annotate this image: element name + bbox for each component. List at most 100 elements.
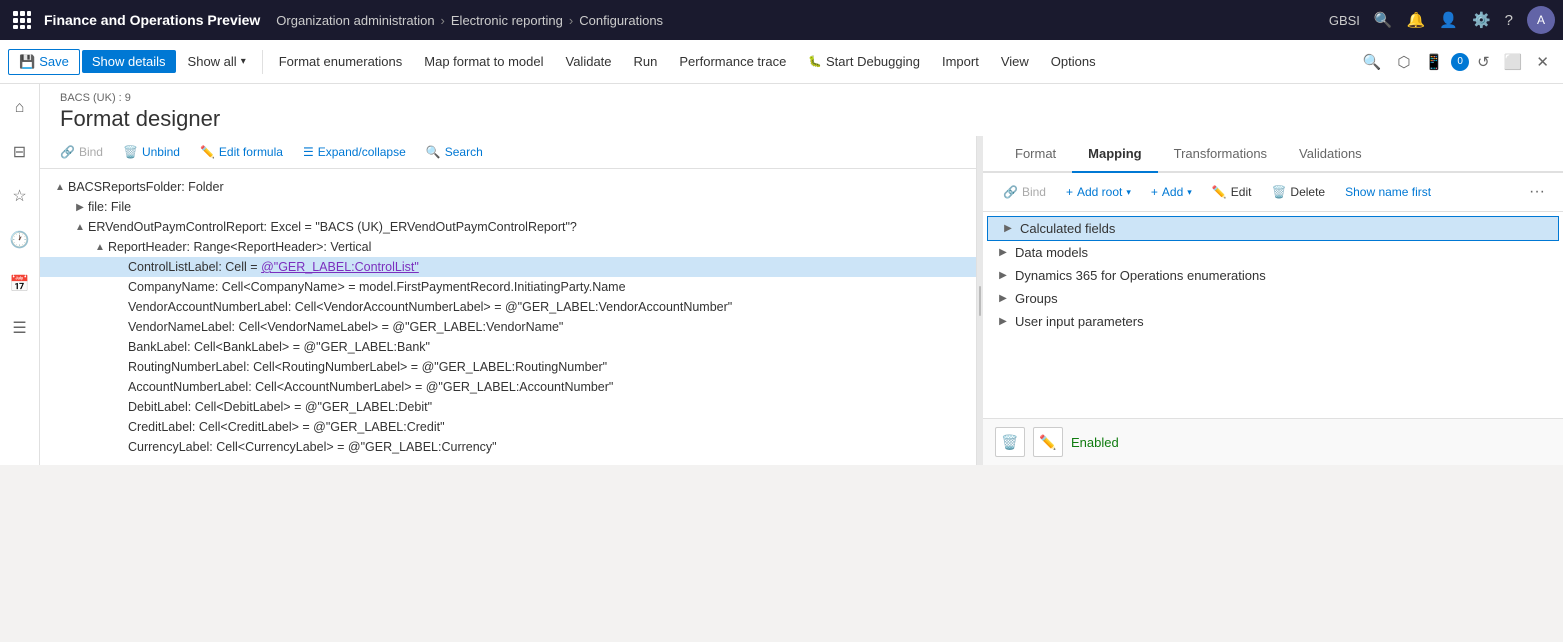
tree-item[interactable]: RoutingNumberLabel: Cell<RoutingNumberLa… [40, 357, 976, 377]
mapping-toggle[interactable]: ▶ [995, 247, 1011, 258]
delete-mapping-button[interactable]: 🗑️ Delete [1263, 182, 1333, 202]
sidebar-star-icon[interactable]: ☆ [4, 180, 36, 212]
search-button[interactable]: 🔍 Search [418, 142, 491, 162]
mapping-bind-button[interactable]: 🔗 Bind [995, 182, 1054, 202]
tree-item[interactable]: ControlListLabel: Cell = @"GER_LABEL:Con… [40, 257, 976, 277]
mapping-bind-icon: 🔗 [1003, 185, 1018, 199]
mapping-toggle[interactable]: ▶ [995, 293, 1011, 304]
search-icon-panel: 🔍 [426, 145, 441, 159]
breadcrumb-config[interactable]: Configurations [579, 13, 663, 28]
notification-icon[interactable]: 🔔 [1407, 11, 1426, 29]
footer-edit-button[interactable]: ✏️ [1033, 427, 1063, 457]
toolbar-icon-1[interactable]: ⬡ [1391, 53, 1416, 71]
tree-toggle[interactable]: ▶ [72, 202, 88, 213]
format-enumerations-button[interactable]: Format enumerations [269, 50, 413, 73]
tree-item[interactable]: BankLabel: Cell<BankLabel> = @"GER_LABEL… [40, 337, 976, 357]
tree-item[interactable]: VendorAccountNumberLabel: Cell<VendorAcc… [40, 297, 976, 317]
person-icon[interactable]: 👤 [1439, 11, 1458, 29]
tree-toggle[interactable]: ▲ [52, 182, 68, 193]
page-title: Format designer [60, 106, 1543, 132]
run-button[interactable]: Run [624, 50, 668, 73]
notification-badge[interactable]: 0 [1451, 53, 1469, 71]
expand-collapse-button[interactable]: ☰ Expand/collapse [295, 142, 414, 162]
tab-format[interactable]: Format [999, 136, 1072, 173]
mapping-item[interactable]: ▶Groups [983, 287, 1563, 310]
tree-item[interactable]: AccountNumberLabel: Cell<AccountNumberLa… [40, 377, 976, 397]
mapping-item[interactable]: ▶ Calculated fields [987, 216, 1559, 241]
start-debugging-button[interactable]: 🐛 Start Debugging [798, 50, 930, 73]
tree-item-text: ReportHeader: Range<ReportHeader>: Verti… [108, 240, 964, 254]
tree-item[interactable]: ▶file: File [40, 197, 976, 217]
import-button[interactable]: Import [932, 50, 989, 73]
page-subtitle: BACS (UK) : 9 [60, 92, 1543, 104]
close-icon[interactable]: ✕ [1530, 53, 1555, 71]
tab-mapping[interactable]: Mapping [1072, 136, 1157, 173]
bind-button[interactable]: 🔗 Bind [52, 142, 111, 162]
sidebar-filter-icon[interactable]: ⊟ [4, 136, 36, 168]
app-grid-icon[interactable] [8, 6, 36, 34]
mapping-item[interactable]: ▶User input parameters [983, 310, 1563, 333]
mapping-toggle[interactable]: ▶ [1000, 223, 1016, 234]
help-icon[interactable]: ? [1505, 12, 1513, 29]
sidebar-list-icon[interactable]: ☰ [4, 312, 36, 344]
mapping-item-label: Dynamics 365 for Operations enumerations [1015, 268, 1551, 283]
tree-item[interactable]: ▲ReportHeader: Range<ReportHeader>: Vert… [40, 237, 976, 257]
region-text: GBSI [1329, 13, 1360, 28]
tree-item-text: file: File [88, 200, 964, 214]
sidebar-clock-icon[interactable]: 🕐 [4, 224, 36, 256]
mapping-toggle[interactable]: ▶ [995, 270, 1011, 281]
tree-item-text: CurrencyLabel: Cell<CurrencyLabel> = @"G… [128, 440, 964, 454]
tree-item-text: VendorAccountNumberLabel: Cell<VendorAcc… [128, 300, 964, 314]
tree-item[interactable]: CreditLabel: Cell<CreditLabel> = @"GER_L… [40, 417, 976, 437]
tree-item-text: ERVendOutPaymControlReport: Excel = "BAC… [88, 220, 964, 234]
show-details-button[interactable]: Show details [82, 50, 176, 73]
performance-trace-button[interactable]: Performance trace [669, 50, 796, 73]
validate-button[interactable]: Validate [556, 50, 622, 73]
breadcrumb-er[interactable]: Electronic reporting [451, 13, 563, 28]
show-name-first-button[interactable]: Show name first [1337, 182, 1439, 202]
tree-toggle[interactable]: ▲ [92, 242, 108, 253]
mapping-toggle[interactable]: ▶ [995, 316, 1011, 327]
right-tabs: Format Mapping Transformations Validatio… [983, 136, 1563, 173]
search-icon[interactable]: 🔍 [1374, 11, 1393, 29]
toolbar-icon-3[interactable]: ↺ [1471, 53, 1496, 71]
footer-delete-button[interactable]: 🗑️ [995, 427, 1025, 457]
edit-mapping-button[interactable]: ✏️ Edit [1204, 182, 1260, 202]
tree-item-text: BACSReportsFolder: Folder [68, 180, 964, 194]
tree-item[interactable]: CompanyName: Cell<CompanyName> = model.F… [40, 277, 976, 297]
settings-icon[interactable]: ⚙️ [1472, 11, 1491, 29]
tab-validations[interactable]: Validations [1283, 136, 1378, 173]
tree-item[interactable]: DebitLabel: Cell<DebitLabel> = @"GER_LAB… [40, 397, 976, 417]
toolbar-search-icon[interactable]: 🔍 [1355, 53, 1390, 71]
edit-formula-button[interactable]: ✏️ Edit formula [192, 142, 291, 162]
tab-transformations[interactable]: Transformations [1158, 136, 1283, 173]
format-tree: ▲BACSReportsFolder: Folder▶file: File▲ER… [40, 169, 976, 465]
tree-item[interactable]: ▲BACSReportsFolder: Folder [40, 177, 976, 197]
view-button[interactable]: View [991, 50, 1039, 73]
tree-toggle[interactable]: ▲ [72, 222, 88, 233]
add-root-button[interactable]: + Add root ▾ [1058, 182, 1139, 202]
mapping-item-label: Calculated fields [1020, 221, 1546, 236]
debug-icon: 🐛 [808, 55, 822, 68]
tree-item[interactable]: VendorNameLabel: Cell<VendorNameLabel> =… [40, 317, 976, 337]
breadcrumb-org[interactable]: Organization administration [276, 13, 434, 28]
tree-item[interactable]: CurrencyLabel: Cell<CurrencyLabel> = @"G… [40, 437, 976, 457]
avatar-icon[interactable]: A [1527, 6, 1555, 34]
add-root-chevron: ▾ [1126, 187, 1131, 198]
save-button[interactable]: 💾 Save [8, 49, 80, 75]
mapping-item[interactable]: ▶ Dynamics 365 for Operations enumeration… [983, 264, 1563, 287]
more-options-button[interactable]: ··· [1523, 181, 1551, 203]
tree-item-text: RoutingNumberLabel: Cell<RoutingNumberLa… [128, 360, 964, 374]
toolbar-icon-2[interactable]: 📱 [1418, 53, 1449, 71]
show-all-button[interactable]: Show all ▾ [178, 50, 256, 73]
toolbar-icon-4[interactable]: ⬜ [1498, 53, 1529, 71]
unbind-button[interactable]: 🗑️ Unbind [115, 142, 188, 162]
tree-item[interactable]: ▲ERVendOutPaymControlReport: Excel = "BA… [40, 217, 976, 237]
sidebar-home-icon[interactable]: ⌂ [4, 92, 36, 124]
sidebar-calendar-icon[interactable]: 📅 [4, 268, 36, 300]
add-button[interactable]: + Add ▾ [1143, 182, 1200, 202]
mapping-tree: ▶Calculated fields▶Data models▶Dynamics … [983, 212, 1563, 418]
options-button[interactable]: Options [1041, 50, 1106, 73]
mapping-item[interactable]: ▶Data models [983, 241, 1563, 264]
map-format-button[interactable]: Map format to model [414, 50, 553, 73]
